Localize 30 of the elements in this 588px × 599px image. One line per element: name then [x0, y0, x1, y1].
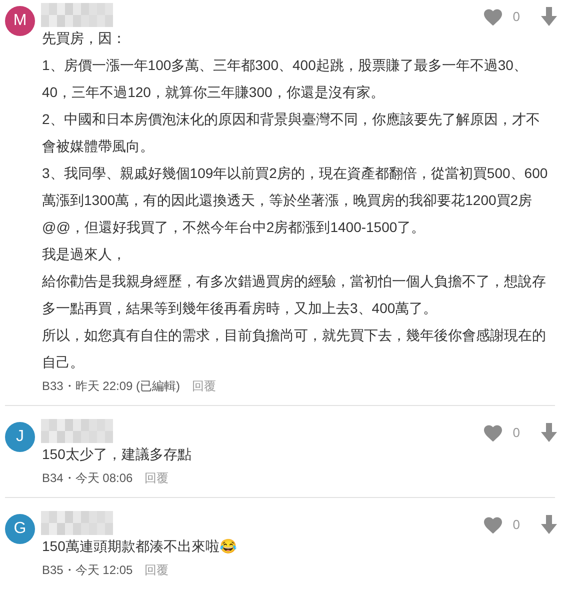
comment-text: 150萬連頭期款都湊不出來啦😂	[42, 537, 238, 556]
avatar: J	[5, 422, 35, 452]
comment-text: 1、房價一漲一年100多萬、三年都300、400起跳，股票賺了最多一年不過30、40，三年不過120，就算你三年賺300，你還是沒有家。	[42, 56, 528, 102]
comment-text: 所以，如您真有自住的需求，目前負擔尚可，就先買下去，幾年後你會感謝現在的自己。	[42, 326, 547, 372]
comment-text: 先買房，因：	[42, 29, 127, 48]
down-arrow-icon[interactable]	[540, 515, 558, 535]
comment-text: 我是過來人，	[42, 245, 127, 264]
heart-icon[interactable]	[482, 516, 503, 534]
like-count: 0	[512, 8, 520, 26]
heart-icon[interactable]	[482, 424, 503, 442]
blurred-name	[41, 419, 113, 443]
down-arrow-icon[interactable]	[540, 423, 558, 443]
avatar: M	[5, 6, 35, 36]
comment-text: 給你勸告是我親身經歷，有多次錯過買房的經驗，當初怕一個人負擔不了，想說存多一點再買，結果等到幾年後再看房時，又加上去3、400萬了。	[42, 272, 547, 318]
reply-link[interactable]: 回覆	[144, 469, 169, 487]
comment-text: 150太少了，建議多存點	[42, 445, 192, 464]
reply-link[interactable]: 回覆	[144, 561, 169, 579]
like-count: 0	[512, 516, 520, 534]
avatar: G	[5, 514, 35, 544]
comment-text: 2、中國和日本房價泡沫化的原因和背景與臺灣不同，你應該要先了解原因，才不會被媒體帶風向。	[42, 110, 541, 156]
reply-link[interactable]: 回覆	[192, 377, 216, 395]
comment-meta: B35・今天 12:05	[42, 562, 133, 579]
down-arrow-icon[interactable]	[540, 7, 558, 27]
blurred-name	[41, 511, 113, 535]
heart-icon[interactable]	[482, 8, 503, 26]
comment-meta: B34・今天 08:06	[42, 470, 133, 487]
blurred-name	[41, 3, 113, 27]
like-count: 0	[512, 424, 520, 442]
comment-text: 3、我同學、親戚好幾個109年以前買2房的，現在資產都翻倍，從當初買500、600萬漲到1300萬，有的因此還換透天，等於坐著漲，晚買房的我卻要花1200買2房@@，但還好我買了，不然今年台中2房都漲到1400-1500了。	[42, 164, 548, 237]
comment-meta: B33・昨天 22:09 (已編輯)	[42, 378, 180, 395]
